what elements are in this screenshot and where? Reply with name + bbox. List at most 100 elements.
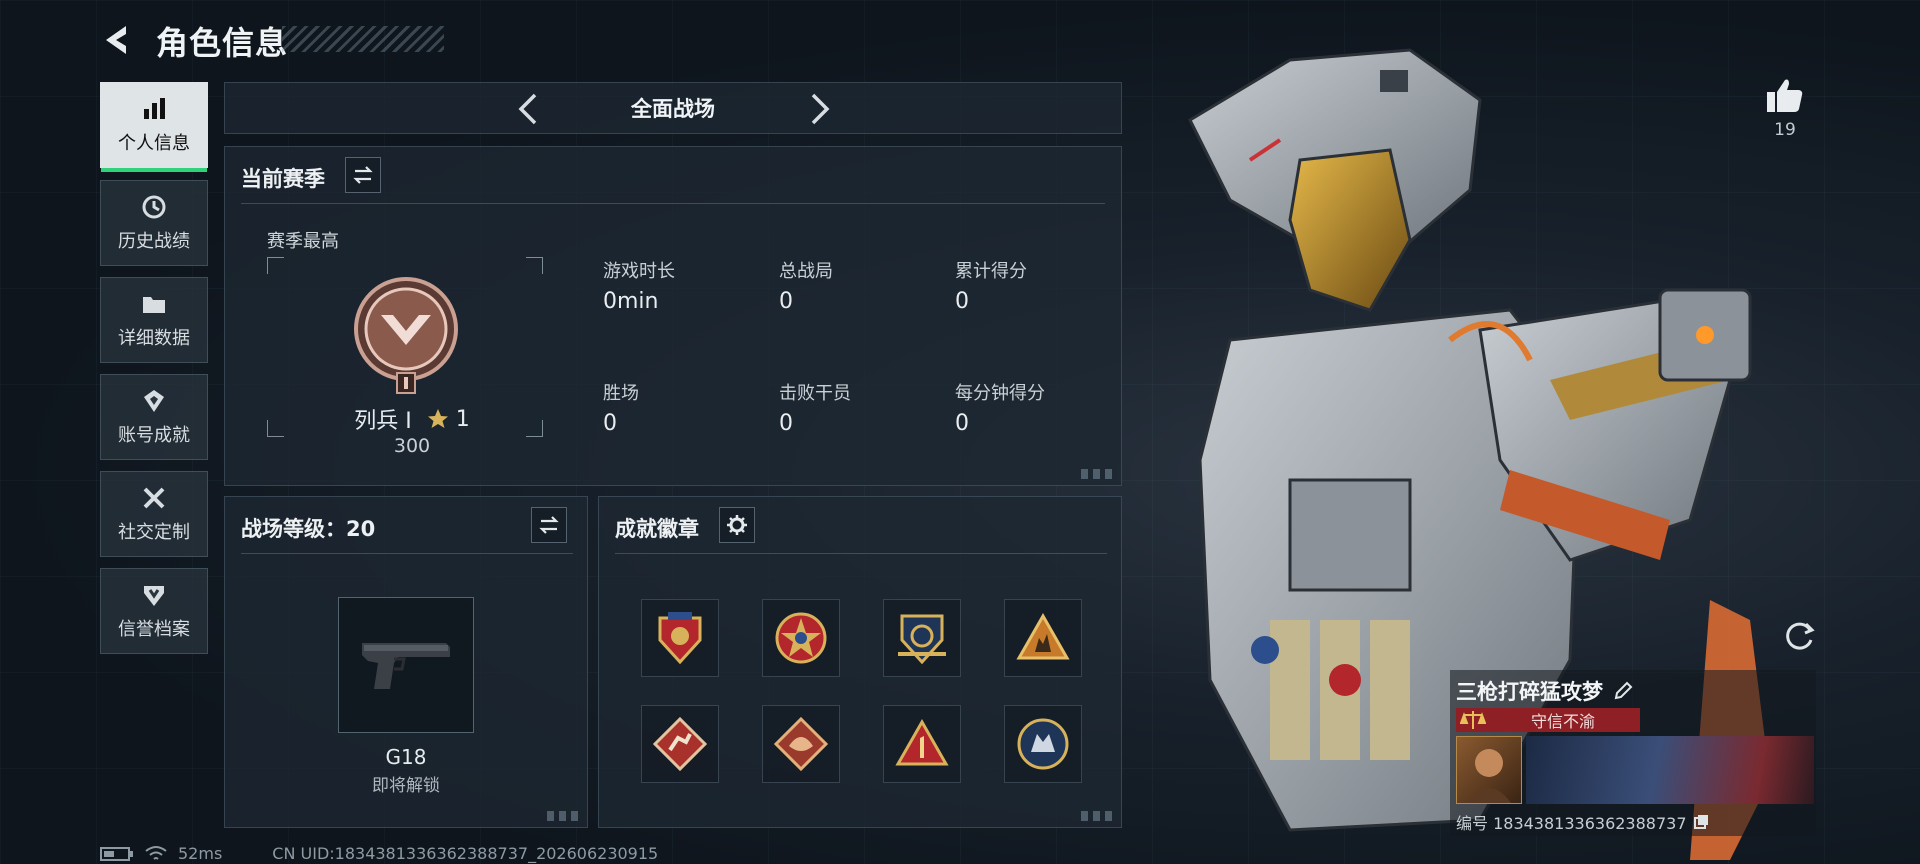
sidebar-item-detailed-data[interactable]: 详细数据: [100, 277, 208, 363]
copy-icon[interactable]: [1693, 814, 1709, 830]
stat-value-wins: 0: [603, 411, 617, 436]
player-banner: [1526, 736, 1814, 804]
mode-title: 全面战场: [631, 97, 715, 121]
like-count: 19: [1774, 120, 1796, 140]
battlefield-level-title: 战场等级：20: [241, 517, 376, 541]
gear-icon: [727, 515, 747, 535]
title-decoration: [282, 26, 444, 52]
weapon-name: G18: [385, 745, 427, 769]
panel-corner-decoration: [547, 811, 581, 821]
swap-arrows-icon: [353, 166, 373, 184]
rank-stars: 1: [455, 406, 470, 432]
sidebar-item-label: 账号成就: [118, 425, 190, 446]
badge-settings-button[interactable]: [719, 507, 755, 543]
page-title: 角色信息: [156, 24, 289, 62]
sidebar-item-social[interactable]: 社交定制: [100, 471, 208, 557]
like-button[interactable]: 19: [1760, 76, 1810, 140]
stat-label-total-matches: 总战局: [779, 261, 833, 282]
pistol-icon: [362, 643, 450, 689]
player-name-row: 三枪打碎猛攻梦: [1456, 676, 1633, 706]
bar-chart-icon: [144, 98, 165, 119]
rank-info: 列兵 I 1: [347, 403, 477, 435]
achievement-badges-panel: 成就徽章: [598, 496, 1122, 828]
player-name: 三枪打碎猛攻梦: [1456, 680, 1603, 704]
badge-dragon-diamond[interactable]: [762, 705, 840, 783]
rank-name: 列兵 I: [354, 409, 412, 434]
weapon-reward-slot[interactable]: [338, 597, 474, 733]
swap-arrows-icon: [539, 516, 559, 534]
battery-icon: [100, 846, 133, 861]
badge-runner-diamond[interactable]: [641, 705, 719, 783]
title-badge: 守信不渝: [1456, 708, 1640, 732]
thumbs-up-icon: [1767, 79, 1803, 112]
player-id-row: 编号 1834381336362388737: [1456, 810, 1709, 834]
sidebar-item-label: 详细数据: [118, 328, 190, 349]
panel-corner-decoration: [1081, 469, 1115, 479]
weapon-unlock-status: 即将解锁: [372, 776, 440, 796]
stat-value-score-per-minute: 0: [955, 411, 969, 436]
scales-emblem-icon: [1460, 711, 1486, 729]
avatar-portrait-icon: [1467, 749, 1511, 803]
refresh-button[interactable]: [1780, 616, 1818, 654]
folder-icon: [143, 297, 165, 313]
level-divider: [241, 553, 573, 554]
sidebar-item-achievements[interactable]: 账号成就: [100, 374, 208, 460]
badge-wings-shield[interactable]: [883, 599, 961, 677]
sidebar-item-label: 信誉档案: [118, 619, 190, 640]
sidebar-item-label: 个人信息: [118, 133, 190, 154]
season-switch-button[interactable]: [345, 157, 381, 193]
achievement-icon: [144, 390, 164, 412]
stat-value-total-matches: 0: [779, 289, 793, 314]
battlefield-level-panel: 战场等级：20 G18 即将解锁: [224, 496, 588, 828]
badge-triangle-soldiers[interactable]: [1004, 599, 1082, 677]
stat-label-score-per-minute: 每分钟得分: [955, 383, 1045, 404]
rank-points: 300: [393, 435, 431, 457]
prev-mode-button[interactable]: [511, 91, 547, 127]
player-id: 编号 1834381336362388737: [1456, 814, 1687, 833]
sidebar-item-reputation[interactable]: 信誉档案: [100, 568, 208, 654]
stat-label-playtime: 游戏时长: [603, 261, 675, 282]
badges-divider: [615, 553, 1107, 554]
stat-label-kills: 击败干员: [779, 383, 851, 404]
wifi-icon: [145, 845, 167, 860]
sidebar-item-label: 历史战绩: [118, 231, 190, 252]
badge-number-one[interactable]: [883, 705, 961, 783]
stat-value-total-score: 0: [955, 289, 969, 314]
tools-icon: [143, 487, 165, 509]
sidebar-item-history[interactable]: 历史战绩: [100, 180, 208, 266]
season-divider: [241, 203, 1105, 204]
achievements-title: 成就徽章: [615, 517, 699, 541]
sidebar-item-personal-info[interactable]: 个人信息: [100, 82, 208, 172]
uid-text: CN UID:1834381336362388737_202606230915: [272, 844, 659, 863]
history-clock-icon: [142, 195, 166, 219]
next-mode-button[interactable]: [801, 91, 837, 127]
mode-tab-bar: 全面战场: [224, 82, 1122, 134]
stat-label-total-score: 累计得分: [955, 261, 1027, 282]
chevron-right-icon: [811, 93, 830, 125]
chevron-left-icon: [518, 93, 537, 125]
status-bar: 52ms CN UID:1834381336362388737_20260623…: [100, 844, 658, 863]
stat-value-playtime: 0min: [603, 289, 659, 314]
panel-corner-decoration: [1081, 811, 1115, 821]
stat-label-wins: 胜场: [603, 383, 639, 404]
rank-emblem-icon: [354, 277, 458, 394]
season-section-title: 当前赛季: [241, 167, 325, 191]
season-best-label: 赛季最高: [267, 231, 339, 252]
ping-value: 52ms: [178, 844, 223, 863]
player-avatar: [1456, 736, 1522, 804]
refresh-icon: [1786, 622, 1815, 650]
shield-badge-icon: [144, 586, 164, 606]
badge-eagle-shield[interactable]: [641, 599, 719, 677]
current-season-panel: 当前赛季 赛季最高 列兵 I 1 300 游戏时长 0min 总战局 0 累计得…: [224, 146, 1122, 486]
star-icon: [427, 409, 448, 428]
badge-wolf-circle[interactable]: [1004, 705, 1082, 783]
back-arrow-icon: [106, 26, 126, 54]
edit-pencil-icon[interactable]: [1613, 681, 1633, 701]
level-switch-button[interactable]: [531, 507, 567, 543]
title-badge-text: 守信不渝: [1530, 712, 1595, 731]
profile-card[interactable]: 三枪打碎猛攻梦 守信不渝 编号 1834381336362388737: [1450, 670, 1816, 836]
badge-star-crest[interactable]: [762, 599, 840, 677]
stat-value-kills: 0: [779, 411, 793, 436]
back-button[interactable]: [100, 22, 136, 58]
sidebar-item-label: 社交定制: [118, 522, 190, 543]
